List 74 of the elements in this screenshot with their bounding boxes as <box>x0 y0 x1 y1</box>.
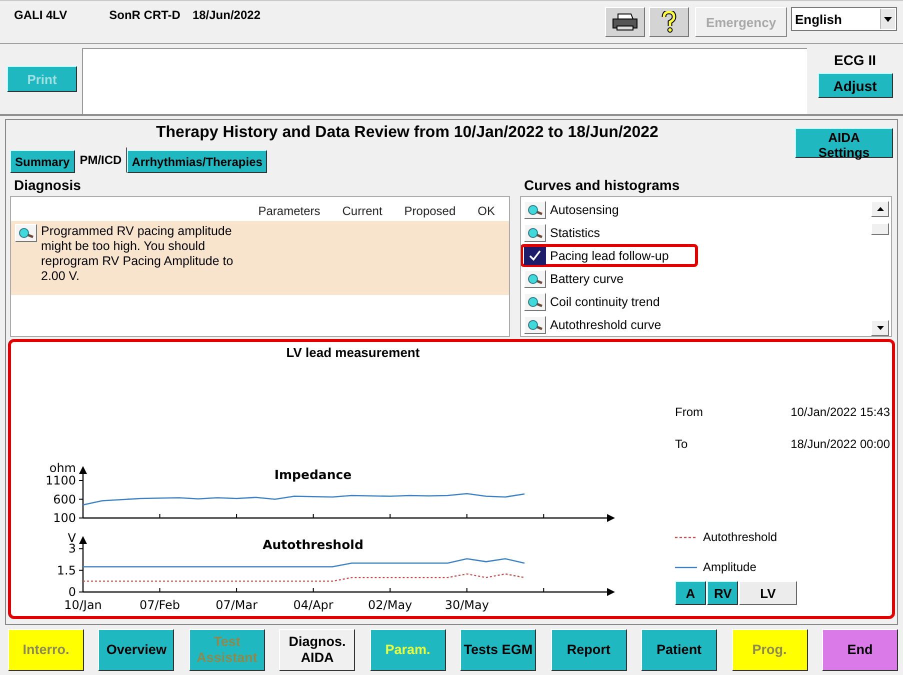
list-item[interactable]: Statistics <box>550 226 600 240</box>
legend-label: Autothreshold <box>703 530 778 544</box>
aida-settings-button[interactable]: AIDA Settings <box>795 128 893 158</box>
column-header: Parameters <box>258 204 320 218</box>
checkbox[interactable] <box>524 246 546 264</box>
axis-label: ohm <box>49 461 76 475</box>
lead-button[interactable]: LV <box>739 581 797 605</box>
period-value: 10/Jan/2022 15:43 <box>790 405 890 421</box>
session-date: 18/Jun/2022 <box>192 8 260 22</box>
nav-button[interactable]: Diagnos. AIDA <box>279 629 356 671</box>
column-header: OK <box>478 204 495 218</box>
nav-button[interactable]: Tests EGM <box>460 629 536 671</box>
legend-line-icon <box>675 536 697 538</box>
printer-icon <box>611 12 639 32</box>
nav-button[interactable]: End <box>822 629 898 671</box>
section-heading: Diagnosis <box>13 177 82 195</box>
nav-button[interactable]: Patient <box>641 629 718 671</box>
column-header: Current <box>342 204 382 218</box>
chart-title: Impedance <box>274 467 352 482</box>
tick-label: 100 <box>53 511 76 525</box>
tick-label: 1.5 <box>56 563 76 578</box>
magnifier-icon[interactable] <box>524 200 546 218</box>
device-name: SonR CRT-D <box>109 8 180 22</box>
period-label: To <box>675 437 688 453</box>
list-item[interactable]: Autosensing <box>550 202 619 216</box>
magnifier-icon[interactable] <box>524 270 546 288</box>
question-mark-icon <box>661 11 677 33</box>
selected-language: English <box>795 12 842 26</box>
tick-label: 600 <box>53 492 76 506</box>
nav-button[interactable]: Report <box>550 629 627 671</box>
check-icon <box>529 250 541 261</box>
tab[interactable]: Summary <box>10 150 75 173</box>
period-value: 18/Jun/2022 00:00 <box>790 437 890 453</box>
legend-line-icon <box>675 566 697 568</box>
scroll-down-icon[interactable] <box>871 320 889 336</box>
tick-label: 1100 <box>45 474 76 488</box>
scroll-thumb[interactable] <box>871 223 889 235</box>
tick-label: 10/Jan <box>64 598 102 612</box>
nav-button[interactable]: Overview <box>98 629 174 671</box>
legend-label: Amplitude <box>703 560 756 574</box>
magnifier-icon[interactable] <box>524 316 546 334</box>
tick-label: 0 <box>68 585 76 599</box>
column-header: Proposed <box>404 204 456 218</box>
section-heading: Curves and histograms <box>523 177 681 195</box>
adjust-button[interactable]: Adjust <box>818 73 892 98</box>
tick-label: 04/Apr <box>293 598 334 612</box>
ecg-lead-label: ECG II <box>834 52 876 68</box>
lead-button[interactable]: RV <box>707 581 738 605</box>
help-button[interactable] <box>649 7 689 37</box>
list-item[interactable]: Autothreshold curve <box>550 318 662 332</box>
tick-label: 07/Feb <box>140 598 180 612</box>
tick-label: 07/Mar <box>216 598 258 612</box>
list-item[interactable]: Coil continuity trend <box>550 294 660 308</box>
diagnosis-row[interactable]: Programmed RV pacing amplitude might be too high. You should reprogram RV Pacing Amplitude to 2.00 V. <box>11 221 509 295</box>
tick-label: 02/May <box>368 598 412 612</box>
list-item[interactable]: Pacing lead follow-up <box>550 248 669 262</box>
lead-button[interactable]: A <box>675 581 706 605</box>
print-button[interactable] <box>605 7 645 37</box>
review-title: Therapy History and Data Review from 10/Jan/2022 to 18/Jun/2022 <box>155 123 658 142</box>
diagnosis-text: Programmed RV pacing amplitude might be too high. You should reprogram RV Pacing Amplitude to 2.00 V. <box>41 224 234 284</box>
scroll-up-icon[interactable] <box>871 201 889 217</box>
tick-label: 30/May <box>444 598 489 612</box>
magnifier-icon[interactable] <box>524 224 546 242</box>
magnifier-icon[interactable] <box>524 292 546 310</box>
patient-name: GALI 4LV <box>14 8 68 22</box>
y-axis <box>78 466 87 518</box>
list-item[interactable]: Battery curve <box>550 272 624 286</box>
y-axis <box>78 536 87 592</box>
chart-panel-title: LV lead measurement <box>285 344 421 360</box>
period-label: From <box>675 405 703 421</box>
language-dropdown[interactable]: English <box>791 7 897 31</box>
tab[interactable]: Arrhythmias/Therapies <box>126 150 268 173</box>
chart-title: Autothreshold <box>262 537 364 552</box>
magnifier-icon[interactable] <box>15 224 37 242</box>
